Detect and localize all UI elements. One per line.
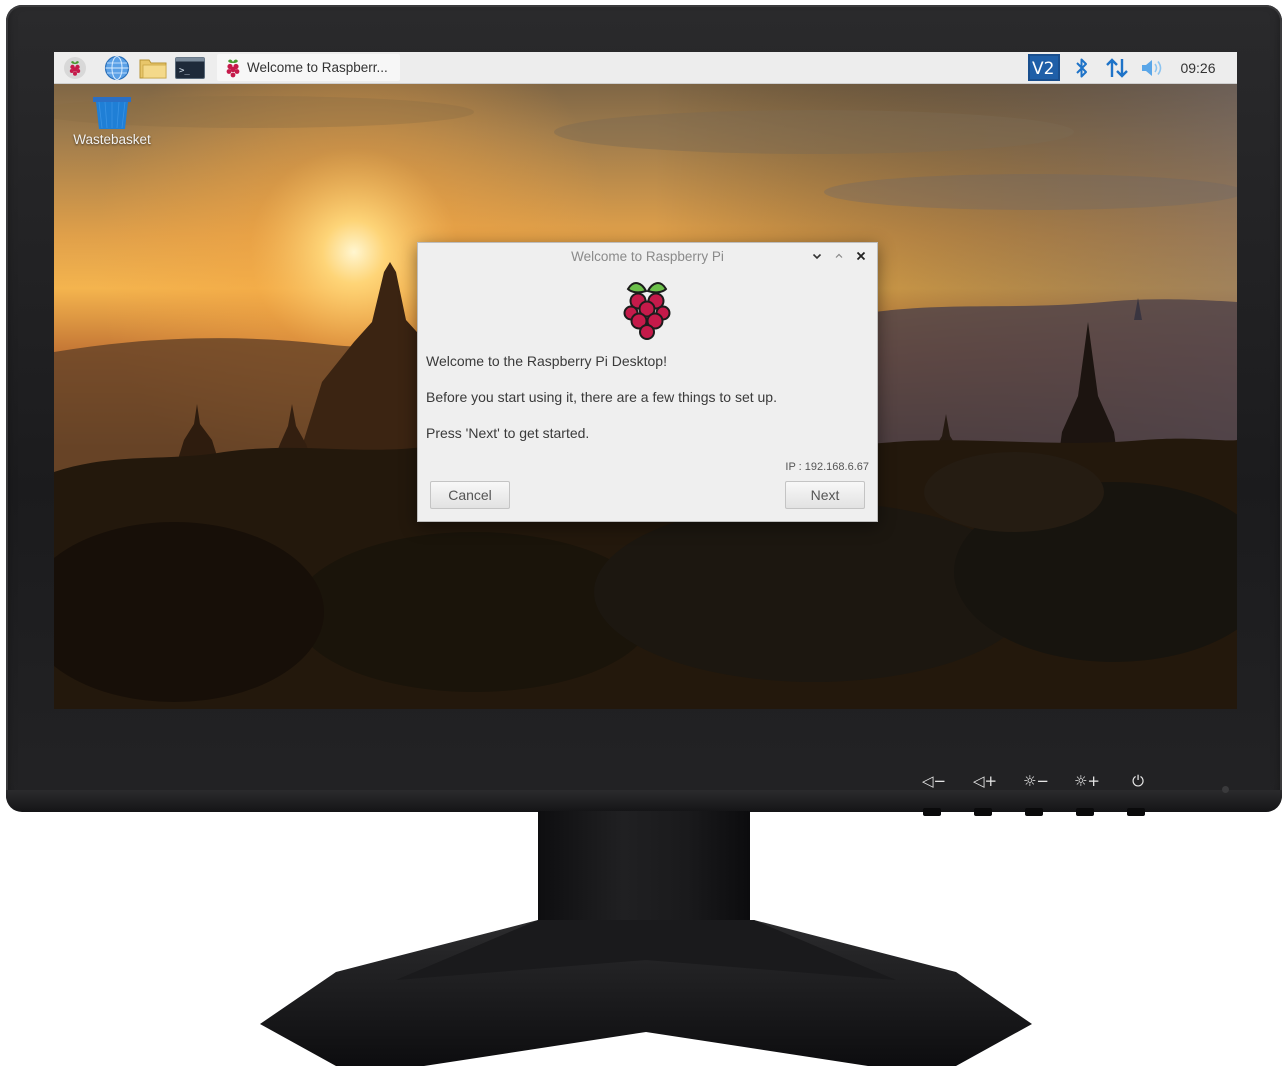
terminal-button[interactable]: >_ <box>174 55 206 80</box>
desktop-icon-wastebasket[interactable]: Wastebasket <box>66 94 158 154</box>
bluetooth-icon <box>1076 58 1087 77</box>
brightness-up-button[interactable]: ☼+ <box>1065 772 1109 816</box>
taskbar-task-welcome[interactable]: Welcome to Raspberr... <box>217 54 400 81</box>
power-icon: ⏻ <box>1132 772 1144 790</box>
brightness-up-label: ☼+ <box>1073 772 1100 790</box>
dialog-setup-text: Before you start using it, there are a f… <box>426 389 777 405</box>
taskbar-clock[interactable]: 09:26 <box>1168 52 1228 83</box>
welcome-dialog: Welcome to Raspberry Pi Welcome to the R… <box>417 242 878 522</box>
raspberry-menu-icon <box>64 56 86 79</box>
brightness-down-label: ☼− <box>1022 772 1049 790</box>
bluetooth-tray-button[interactable] <box>1071 55 1093 80</box>
chevron-down-icon <box>812 253 822 260</box>
volume-up-button[interactable]: ◁+ <box>963 772 1007 816</box>
svg-text:>_: >_ <box>179 66 190 76</box>
cancel-button[interactable]: Cancel <box>430 481 510 509</box>
desktop-icon-label: Wastebasket <box>73 132 151 147</box>
dialog-welcome-text: Welcome to the Raspberry Pi Desktop! <box>426 353 667 369</box>
terminal-icon: >_ <box>175 56 205 79</box>
chevron-up-icon <box>835 253 843 258</box>
power-button[interactable]: ⏻ <box>1116 772 1160 816</box>
monitor-stand-base <box>260 920 1032 1066</box>
monitor-controls: ◁− ◁+ ☼− ☼+ ⏻ <box>912 772 1172 816</box>
wastebasket-icon <box>93 97 131 129</box>
brightness-down-button[interactable]: ☼− <box>1014 772 1058 816</box>
web-browser-icon <box>104 55 130 80</box>
raspberry-menu-button[interactable] <box>60 55 90 80</box>
close-icon <box>856 251 866 261</box>
svg-text:V2: V2 <box>1032 59 1054 79</box>
file-manager-icon <box>139 59 167 78</box>
file-manager-button[interactable] <box>138 55 168 80</box>
raspberry-pi-logo <box>623 282 671 340</box>
volume-up-label: ◁+ <box>972 772 998 790</box>
raspberry-icon <box>226 59 240 78</box>
next-button[interactable]: Next <box>785 481 865 509</box>
dialog-prompt-text: Press 'Next' to get started. <box>426 425 590 441</box>
dialog-minimize-button[interactable] <box>808 247 826 265</box>
network-tray-button[interactable] <box>1104 55 1130 80</box>
volume-down-button[interactable]: ◁− <box>912 772 956 816</box>
vnc-icon: V2 <box>1028 54 1060 81</box>
screen: >_ Welcome to Raspberr... V2 09:26 Waste… <box>54 52 1237 709</box>
volume-icon <box>1142 59 1162 76</box>
taskbar: >_ Welcome to Raspberr... V2 09:26 <box>54 52 1237 84</box>
taskbar-task-label: Welcome to Raspberr... <box>247 60 388 75</box>
power-led <box>1222 786 1229 793</box>
dialog-maximize-button[interactable] <box>830 247 848 265</box>
network-updown-icon <box>1106 57 1128 78</box>
volume-tray-button[interactable] <box>1139 55 1167 80</box>
web-browser-button[interactable] <box>102 55 132 80</box>
volume-down-label: ◁− <box>921 772 947 790</box>
vnc-tray-button[interactable]: V2 <box>1027 54 1061 81</box>
dialog-ip-address: IP : 192.168.6.67 <box>785 461 869 473</box>
dialog-close-button[interactable] <box>852 247 870 265</box>
